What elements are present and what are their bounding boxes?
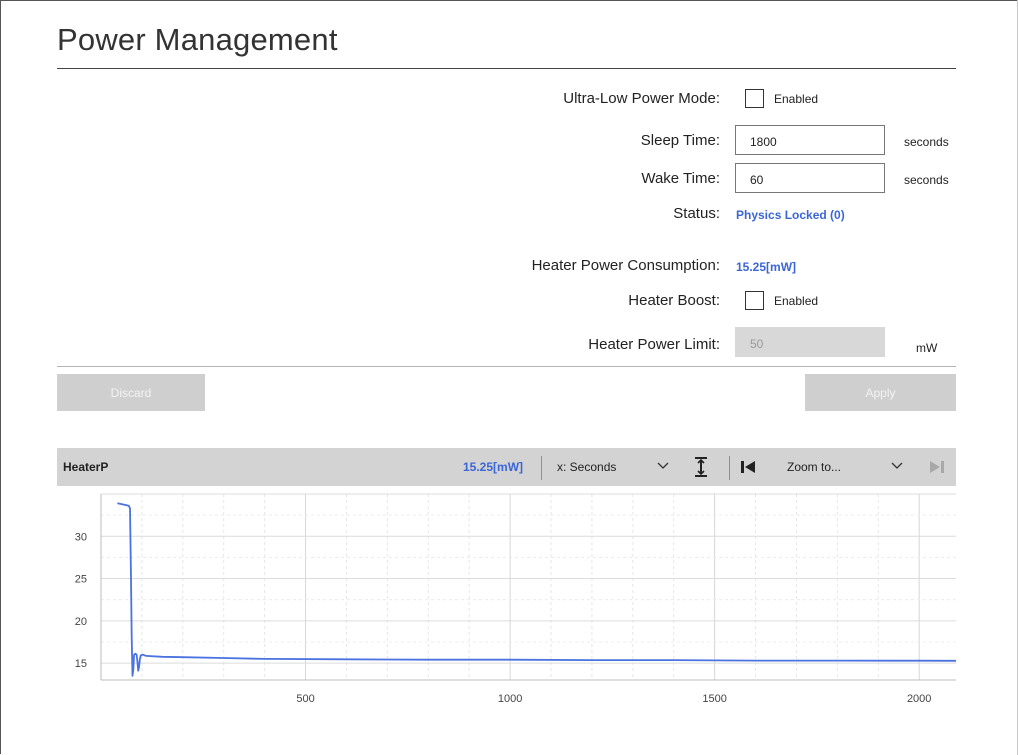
autoscale-button[interactable] [693, 448, 715, 486]
skip-to-end-icon [930, 461, 944, 473]
heater-power-value: 15.25[mW] [736, 260, 797, 274]
sleep-time-input[interactable] [735, 125, 885, 155]
zoom-select[interactable]: Zoom to... [773, 448, 923, 486]
page-title: Power Management [57, 22, 338, 57]
skip-to-end-button[interactable] [929, 448, 947, 486]
sleep-time-unit: seconds [904, 135, 949, 149]
y-tick-label: 25 [75, 574, 87, 586]
ultra-low-power-label: Ultra-Low Power Mode: [563, 90, 720, 107]
heater-power-label: Heater Power Consumption: [531, 257, 720, 274]
wake-time-unit: seconds [904, 173, 949, 187]
y-tick-label: 30 [75, 531, 87, 543]
wake-time-input[interactable] [735, 163, 885, 193]
chevron-down-icon [891, 462, 903, 469]
heater-boost-checkbox[interactable] [745, 291, 764, 310]
zoom-select-value: Zoom to... [787, 460, 842, 474]
heater-boost-label: Heater Boost: [628, 292, 720, 309]
heater-boost-checkbox-label[interactable]: Enabled [774, 294, 818, 308]
x-tick-label: 2000 [907, 693, 931, 705]
sleep-time-row: Sleep Time: seconds [0, 125, 1018, 155]
heater-limit-row: Heater Power Limit: mW [0, 327, 1018, 357]
y-tick-label: 20 [75, 616, 87, 628]
x-axis-select[interactable]: x: Seconds [543, 448, 679, 486]
heater-power-row: Heater Power Consumption: 15.25[mW] [0, 252, 1018, 282]
status-value: Physics Locked (0) [736, 208, 845, 222]
heater-power-chart[interactable]: 15 20 25 30 500 1000 1500 2000 [57, 486, 956, 716]
discard-button[interactable]: Discard [57, 374, 205, 411]
toolbar-separator [729, 456, 730, 480]
status-label: Status: [673, 205, 720, 222]
heater-limit-label: Heater Power Limit: [588, 336, 720, 353]
status-row: Status: Physics Locked (0) [0, 200, 1018, 230]
x-tick-label: 1000 [498, 693, 522, 705]
x-tick-label: 1500 [702, 693, 726, 705]
current-value: 15.25[mW] [463, 460, 524, 474]
form-divider [57, 366, 956, 367]
heater-limit-input[interactable] [735, 327, 885, 357]
series-line [117, 502, 956, 677]
wake-time-row: Wake Time: seconds [0, 163, 1018, 193]
wake-time-label: Wake Time: [641, 170, 720, 187]
y-tick-label: 15 [75, 658, 87, 670]
chevron-down-icon [657, 462, 669, 469]
chart-toolbar: HeaterP 15.25[mW] x: Seconds Zoom to... [57, 448, 956, 486]
autoscale-icon [695, 457, 707, 477]
x-axis-select-value: x: Seconds [557, 460, 617, 474]
sleep-time-label: Sleep Time: [640, 132, 720, 149]
title-divider [57, 68, 956, 69]
ultra-low-power-row: Ultra-Low Power Mode: Enabled [0, 85, 1018, 115]
toolbar-separator [541, 456, 542, 480]
ultra-low-power-checkbox-label[interactable]: Enabled [774, 92, 818, 106]
x-tick-label: 500 [296, 693, 314, 705]
ultra-low-power-checkbox[interactable] [745, 89, 764, 108]
heater-limit-unit: mW [916, 341, 938, 355]
skip-to-start-icon [741, 461, 755, 473]
apply-button[interactable]: Apply [805, 374, 956, 411]
skip-to-start-button[interactable] [740, 448, 758, 486]
heater-boost-row: Heater Boost: Enabled [0, 287, 1018, 317]
series-name: HeaterP [63, 460, 109, 474]
